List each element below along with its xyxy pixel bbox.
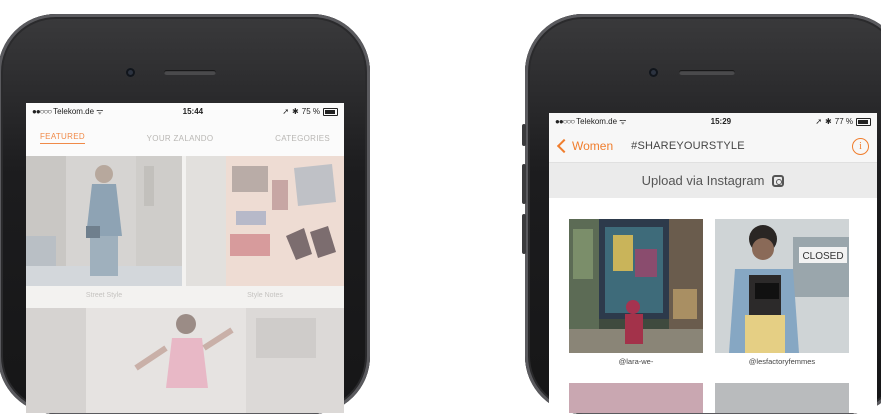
style-notes-photo	[186, 156, 344, 286]
featured-banner-tile[interactable]	[26, 308, 344, 413]
tile-caption: Style Notes	[247, 292, 283, 299]
wifi-icon: ᯤ	[96, 107, 104, 116]
signal-icon: ●●○○○	[32, 107, 52, 116]
left-screen: ●●○○○ Telekom.de ᯤ 15:44 ➚ ✱ 75 % FEATUR…	[26, 103, 344, 413]
tab-your-zalando[interactable]: YOUR ZALANDO	[147, 134, 214, 143]
carrier-label: Telekom.de	[53, 107, 95, 116]
volume-up-button	[522, 164, 526, 204]
tile-caption: Street Style	[85, 292, 123, 299]
carrier-label: Telekom.de	[576, 117, 618, 126]
featured-banner-photo	[26, 308, 344, 413]
earpiece-speaker	[679, 70, 735, 75]
tab-categories[interactable]: CATEGORIES	[275, 134, 330, 143]
navigation-bar: Women #SHAREYOURSTYLE i	[549, 130, 877, 163]
earpiece-speaker	[164, 70, 216, 75]
info-icon[interactable]: i	[852, 137, 869, 155]
top-tabs: FEATURED YOUR ZALANDO CATEGORIES	[26, 120, 344, 156]
post-photo-camera-girl: CLOSED	[715, 219, 849, 353]
location-icon: ➚	[282, 107, 290, 116]
battery-icon	[322, 107, 338, 116]
left-phone: ●●○○○ Telekom.de ᯤ 15:44 ➚ ✱ 75 % FEATUR…	[0, 14, 370, 414]
chevron-left-icon	[556, 138, 572, 154]
post-photo[interactable]: CLOSED	[715, 219, 849, 353]
clock: 15:29	[710, 117, 732, 126]
mute-switch	[522, 124, 526, 146]
back-label: Women	[572, 139, 614, 153]
post-photo[interactable]	[569, 219, 703, 353]
front-camera	[649, 68, 658, 77]
location-icon: ➚	[815, 117, 823, 126]
street-style-photo	[26, 156, 182, 286]
tab-featured[interactable]: FEATURED	[40, 132, 85, 144]
status-bar: ●●○○○ Telekom.de ᯤ 15:44 ➚ ✱ 75 %	[26, 103, 344, 120]
bluetooth-icon: ✱	[825, 117, 832, 126]
upload-via-instagram-button[interactable]: Upload via Instagram	[549, 163, 877, 198]
upload-label: Upload via Instagram	[641, 173, 765, 188]
post-photo-graffiti	[569, 219, 703, 353]
right-screen: ●●○○○ Telekom.de ᯤ 15:29 ➚ ✱ 77 % Women …	[549, 113, 877, 413]
bluetooth-icon: ✱	[292, 107, 299, 116]
signal-icon: ●●○○○	[555, 117, 575, 126]
featured-grid: Street Style Style Notes	[26, 156, 344, 413]
post-handle[interactable]: @lesfactoryfemmes	[715, 357, 849, 366]
page-title: #SHAREYOURSTYLE	[631, 140, 745, 152]
battery-percent: 75 %	[301, 107, 320, 116]
closed-sign-text: CLOSED	[802, 251, 843, 262]
clock: 15:44	[182, 107, 204, 116]
volume-down-button	[522, 214, 526, 254]
instagram-icon	[772, 174, 785, 187]
style-notes-tile[interactable]	[186, 156, 344, 286]
post-handle[interactable]: @lara-we-	[569, 357, 703, 366]
wifi-icon: ᯤ	[619, 117, 627, 126]
back-button[interactable]: Women	[556, 138, 614, 154]
battery-percent: 77 %	[834, 117, 853, 126]
battery-icon	[855, 117, 871, 126]
right-phone: ●●○○○ Telekom.de ᯤ 15:29 ➚ ✱ 77 % Women …	[522, 14, 881, 414]
street-style-tile[interactable]	[26, 156, 182, 286]
front-camera	[126, 68, 135, 77]
status-bar: ●●○○○ Telekom.de ᯤ 15:29 ➚ ✱ 77 %	[549, 113, 877, 130]
